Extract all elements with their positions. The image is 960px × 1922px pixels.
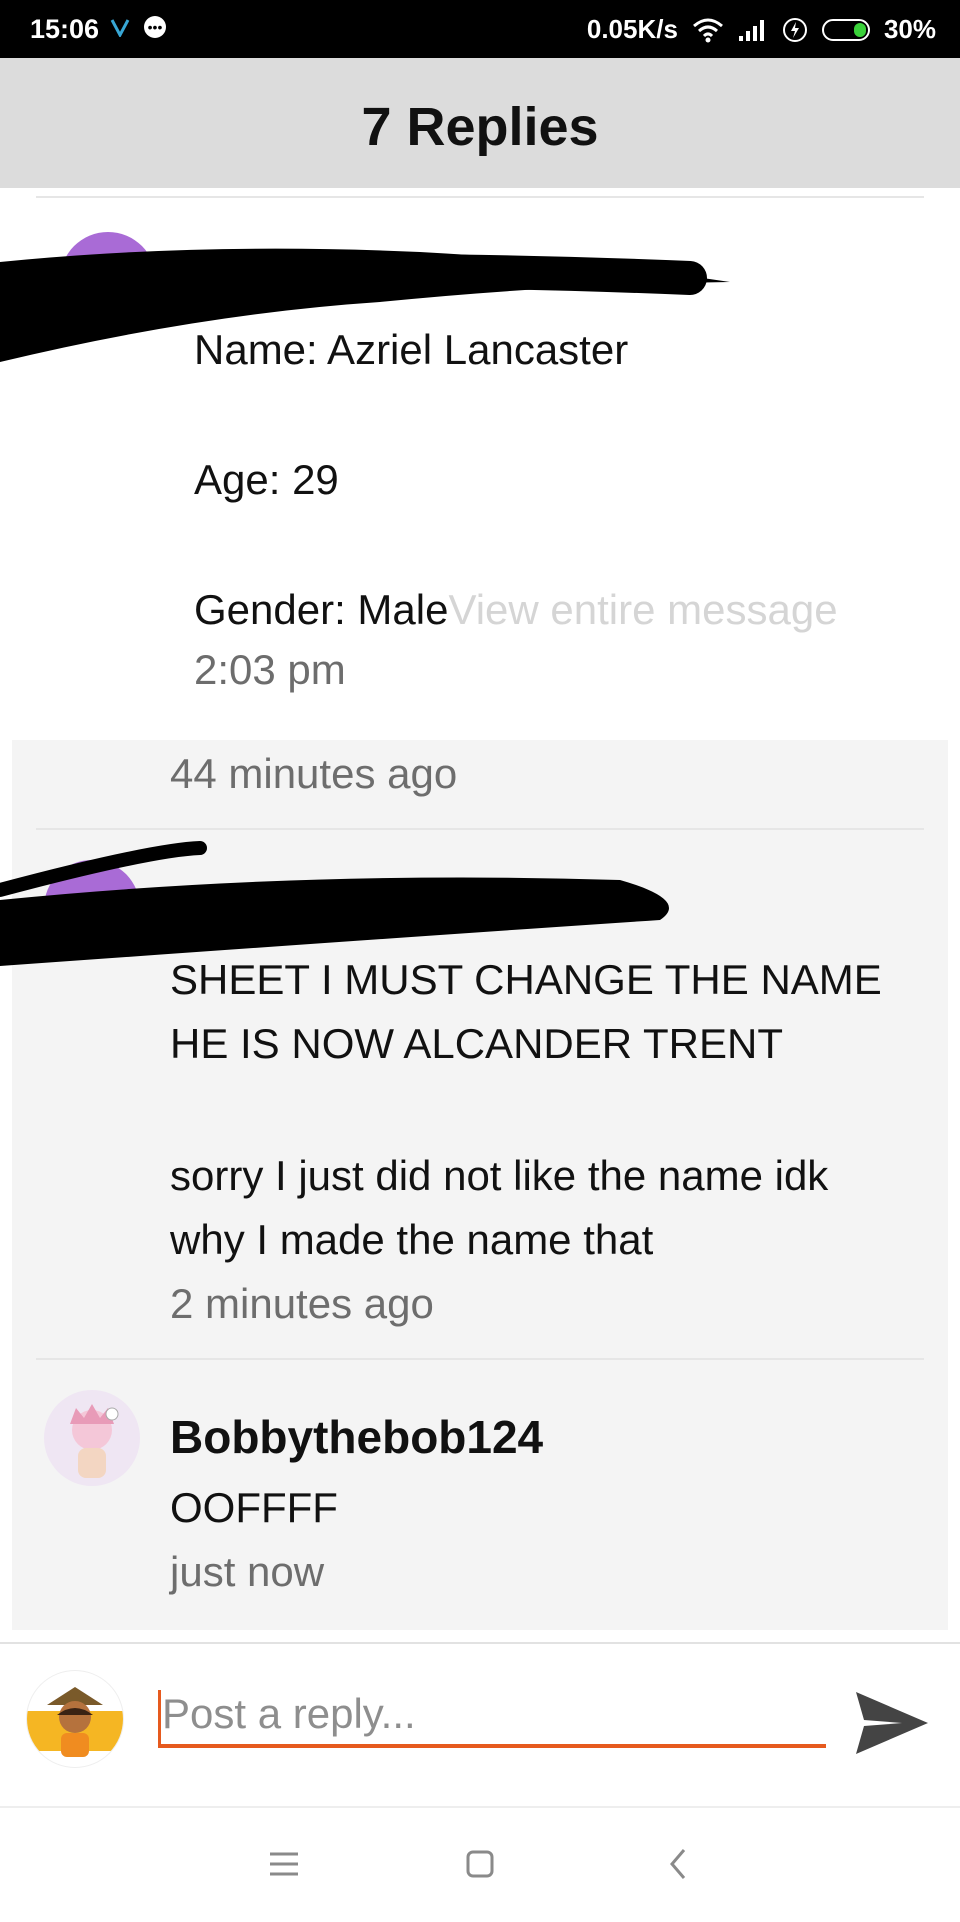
send-icon[interactable] xyxy=(854,1688,930,1758)
charging-icon xyxy=(782,17,807,42)
message-line: SHEET I MUST CHANGE THE NAME xyxy=(170,956,882,1003)
home-square-icon[interactable] xyxy=(460,1844,500,1884)
message-ago: 44 minutes ago xyxy=(170,750,458,797)
message-last-line: Gender: Male xyxy=(194,586,449,633)
anime-avatar-icon xyxy=(70,1404,119,1478)
message-line: Name: Azriel Lancaster xyxy=(194,326,629,373)
header: 7 Replies xyxy=(0,58,960,188)
network-speed: 0.05K/s xyxy=(586,14,678,44)
back-chevron-icon[interactable] xyxy=(660,1844,700,1884)
wifi-icon xyxy=(692,18,723,42)
reply-username[interactable]: Bobbythebob124 xyxy=(170,1410,543,1464)
message-line: HE IS NOW ALCANDER TRENT xyxy=(170,1020,783,1067)
view-entire-message-link[interactable]: View entire message xyxy=(448,586,837,633)
status-time: 15:06 xyxy=(30,14,100,44)
message-line: why I made the name that xyxy=(170,1216,654,1263)
nav-bar xyxy=(0,1806,960,1922)
status-bar: 15:06 ••• 0.05K/s 30% xyxy=(0,0,960,58)
redaction-scribble xyxy=(0,841,669,966)
divider xyxy=(36,196,924,198)
signal-icon xyxy=(738,19,764,41)
reply-input[interactable] xyxy=(158,1684,826,1748)
text-caret xyxy=(158,1690,161,1744)
message-ago: just now xyxy=(170,1548,325,1595)
v-icon xyxy=(110,19,130,37)
reply-bar xyxy=(0,1642,960,1806)
message-line: Gender: MaleView entire message xyxy=(194,586,838,634)
status-left-icons: ••• xyxy=(110,16,166,38)
avatar[interactable] xyxy=(44,1390,140,1486)
divider xyxy=(36,1358,924,1360)
message-ago: 2 minutes ago xyxy=(170,1280,434,1327)
battery-icon xyxy=(821,18,870,41)
page-title: 7 Replies xyxy=(361,97,599,157)
message-line: Age: 29 xyxy=(194,456,339,503)
chat-dot-icon: ••• xyxy=(144,16,166,38)
menu-icon[interactable] xyxy=(264,1844,304,1884)
user-avatar-icon xyxy=(27,1687,123,1757)
my-avatar[interactable] xyxy=(26,1670,124,1768)
message-text: OOFFFF xyxy=(170,1484,338,1531)
status-right-icons: 0.05K/s 30% xyxy=(587,14,936,45)
battery-percent: 30% xyxy=(883,14,936,44)
message-line: sorry I just did not like the name idk xyxy=(170,1152,829,1199)
divider xyxy=(36,828,924,830)
message-time: 2:03 pm xyxy=(194,646,346,693)
